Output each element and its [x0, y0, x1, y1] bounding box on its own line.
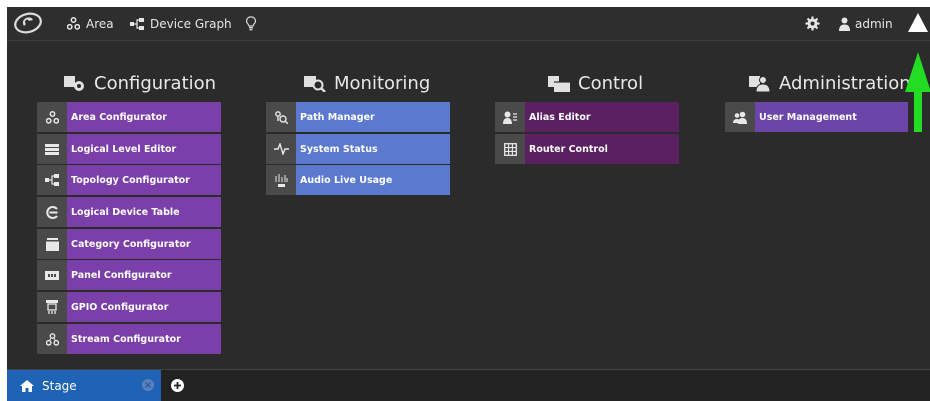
device-graph-label: Device Graph — [150, 16, 232, 31]
configuration-title: Configuration — [64, 70, 216, 96]
control-title-text: Control — [578, 72, 644, 94]
category-configurator-label: Category Configurator — [71, 238, 191, 250]
topology-icon — [45, 174, 59, 186]
alias-icon — [503, 111, 517, 124]
control-icon — [548, 76, 570, 92]
annotation-arrow-icon — [905, 52, 930, 132]
configuration-icon — [64, 76, 84, 91]
system-status-tile[interactable]: System Status — [266, 134, 450, 164]
monitoring-title-text: Monitoring — [334, 72, 431, 94]
monitoring-icon — [304, 76, 326, 92]
category-icon — [45, 237, 59, 251]
category-configurator-tile[interactable]: Category Configurator — [37, 229, 221, 259]
logical-level-editor-label: Logical Level Editor — [71, 143, 177, 155]
topology-configurator-label: Topology Configurator — [71, 174, 190, 186]
path-icon — [275, 111, 288, 124]
collapse-triangle-icon[interactable] — [908, 13, 928, 32]
monitoring-title: Monitoring — [304, 70, 430, 96]
control-title: Control — [548, 70, 643, 96]
audio-live-usage-label: Audio Live Usage — [300, 174, 393, 186]
administration-title: Administration — [749, 70, 911, 96]
audio-live-usage-tile[interactable]: Audio Live Usage — [266, 165, 450, 195]
audio-icon — [275, 173, 287, 187]
home-icon — [20, 379, 34, 392]
user-management-tile[interactable]: User Management — [725, 102, 908, 132]
gpio-configurator-label: GPIO Configurator — [71, 301, 169, 313]
gpio-icon — [46, 300, 58, 314]
logical-level-editor-tile[interactable]: Logical Level Editor — [37, 134, 221, 164]
pulse-icon — [273, 143, 289, 155]
lightbulb-icon[interactable] — [246, 16, 256, 31]
area-label: Area — [86, 16, 114, 31]
user-icon — [839, 17, 850, 31]
layers-icon — [45, 143, 59, 155]
administration-icon — [749, 76, 771, 92]
top-bar: Area Device Graph admin — [7, 7, 930, 41]
user-menu[interactable]: admin — [839, 7, 893, 40]
add-tab-icon[interactable] — [171, 379, 184, 392]
gpio-configurator-tile[interactable]: GPIO Configurator — [37, 292, 221, 322]
logical-device-table-label: Logical Device Table — [71, 206, 180, 218]
device-graph-icon — [130, 17, 144, 30]
user-management-label: User Management — [759, 111, 857, 123]
gear-icon[interactable] — [805, 16, 820, 31]
stream-icon — [45, 332, 59, 346]
area-nav[interactable]: Area — [67, 7, 114, 40]
panel-configurator-tile[interactable]: Panel Configurator — [37, 260, 221, 290]
system-status-label: System Status — [300, 143, 378, 155]
bottom-tab-bar: Stage — [7, 369, 930, 401]
stream-configurator-tile[interactable]: Stream Configurator — [37, 324, 221, 354]
path-manager-label: Path Manager — [300, 111, 375, 123]
alias-editor-tile[interactable]: Alias Editor — [495, 102, 679, 132]
area-icon — [67, 17, 80, 30]
configuration-title-text: Configuration — [94, 72, 217, 94]
panel-icon — [45, 270, 59, 280]
logical-device-table-tile[interactable]: Logical Device Table — [37, 197, 221, 227]
path-manager-tile[interactable]: Path Manager — [266, 102, 450, 132]
area-icon — [45, 110, 59, 124]
logo-icon[interactable] — [13, 12, 43, 34]
stage-tab-label: Stage — [42, 378, 77, 393]
administration-title-text: Administration — [779, 72, 911, 94]
user-label: admin — [855, 16, 893, 31]
users-icon — [732, 111, 747, 124]
app-window: Area Device Graph admin Configuration Ar… — [7, 7, 930, 401]
stream-configurator-label: Stream Configurator — [71, 333, 181, 345]
topology-configurator-tile[interactable]: Topology Configurator — [37, 165, 221, 195]
device-table-icon — [45, 205, 58, 219]
device-graph-nav[interactable]: Device Graph — [130, 7, 232, 40]
alias-editor-label: Alias Editor — [529, 111, 591, 123]
router-control-label: Router Control — [529, 143, 608, 155]
area-configurator-label: Area Configurator — [71, 111, 167, 123]
grid-icon — [503, 142, 517, 156]
close-tab-icon[interactable] — [142, 379, 154, 391]
router-control-tile[interactable]: Router Control — [495, 134, 679, 164]
area-configurator-tile[interactable]: Area Configurator — [37, 102, 221, 132]
stage-tab[interactable]: Stage — [7, 370, 161, 401]
panel-configurator-label: Panel Configurator — [71, 269, 172, 281]
